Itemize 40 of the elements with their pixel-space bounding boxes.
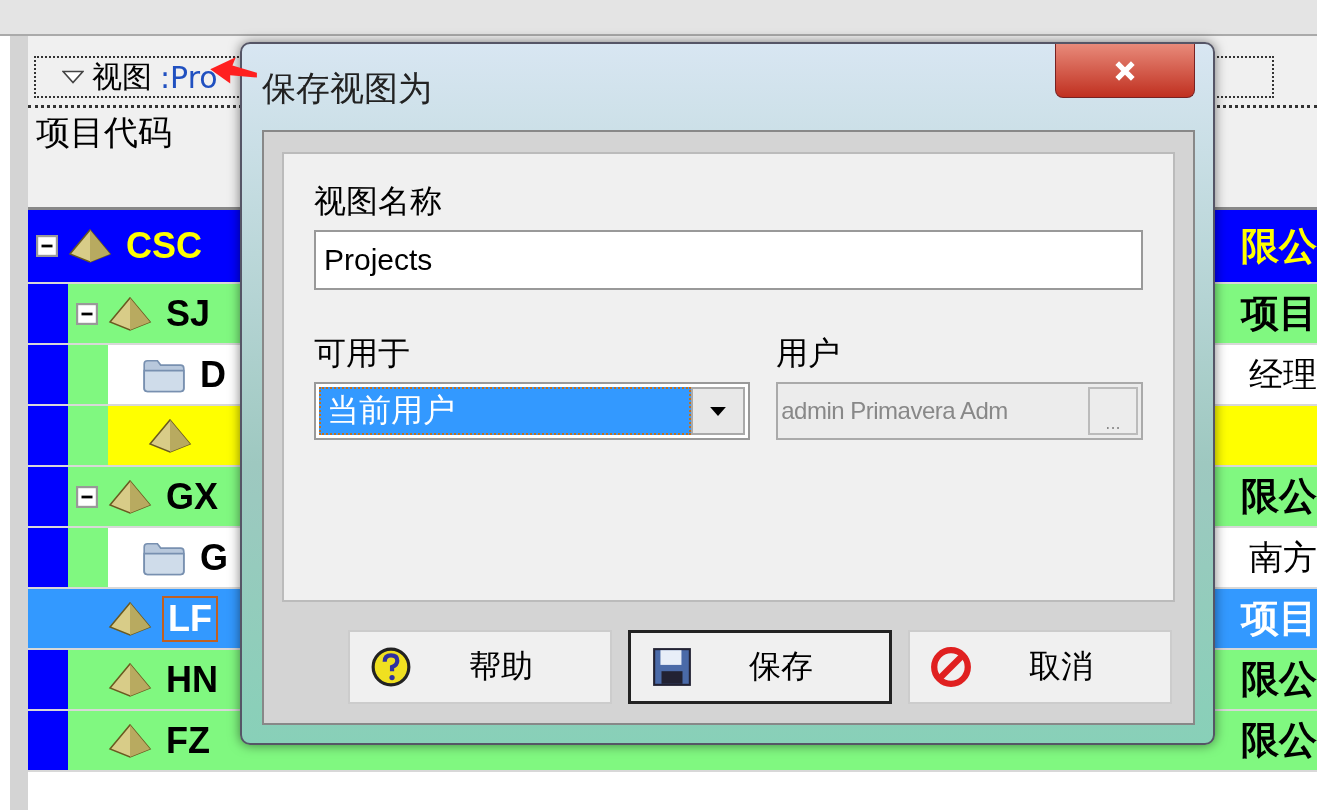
cancel-button[interactable]: 取消: [908, 630, 1172, 704]
project-name: 限公: [1241, 656, 1317, 703]
collapse-icon[interactable]: [36, 235, 58, 257]
project-code: G: [199, 536, 229, 579]
help-icon: [370, 646, 412, 688]
pyramid-icon: [108, 722, 152, 759]
available-label: 可用于: [314, 333, 411, 374]
user-label: 用户: [776, 333, 842, 374]
project-code: LF: [162, 595, 218, 642]
project-code: CSC: [125, 225, 203, 267]
project-code: GX: [165, 475, 219, 518]
collapse-icon[interactable]: [76, 302, 98, 325]
pyramid-icon: [108, 600, 152, 637]
collapse-icon[interactable]: [76, 485, 98, 508]
project-name: 南方: [1249, 535, 1317, 579]
pyramid-icon: [108, 661, 152, 698]
project-name: 限公: [1241, 717, 1317, 764]
pyramid-icon: [108, 478, 152, 515]
pyramid-icon: [108, 295, 152, 332]
dialog-title: 保存视图为: [262, 67, 433, 110]
view-name: :Pro: [160, 59, 218, 95]
project-name: 限公: [1241, 222, 1317, 270]
project-name: 经理: [1249, 352, 1317, 396]
project-code: HN: [165, 658, 219, 701]
project-code: SJ: [165, 292, 212, 335]
save-button[interactable]: 保存: [628, 630, 892, 704]
caret-icon: [62, 70, 84, 84]
project-name: 项目: [1241, 290, 1317, 337]
dropdown-button[interactable]: [691, 387, 746, 435]
close-button[interactable]: [1055, 44, 1195, 98]
no-entry-icon: [930, 646, 972, 688]
project-name: 限公: [1241, 473, 1317, 520]
help-button[interactable]: 帮助: [348, 630, 612, 704]
view-label: 视图: [92, 57, 152, 96]
project-code: FZ: [165, 719, 211, 762]
pyramid-icon: [148, 417, 192, 454]
project-name: 项目: [1241, 595, 1317, 642]
pyramid-icon: [68, 228, 112, 264]
project-code: D: [199, 353, 227, 396]
view-name-field[interactable]: Projects: [314, 230, 1143, 290]
